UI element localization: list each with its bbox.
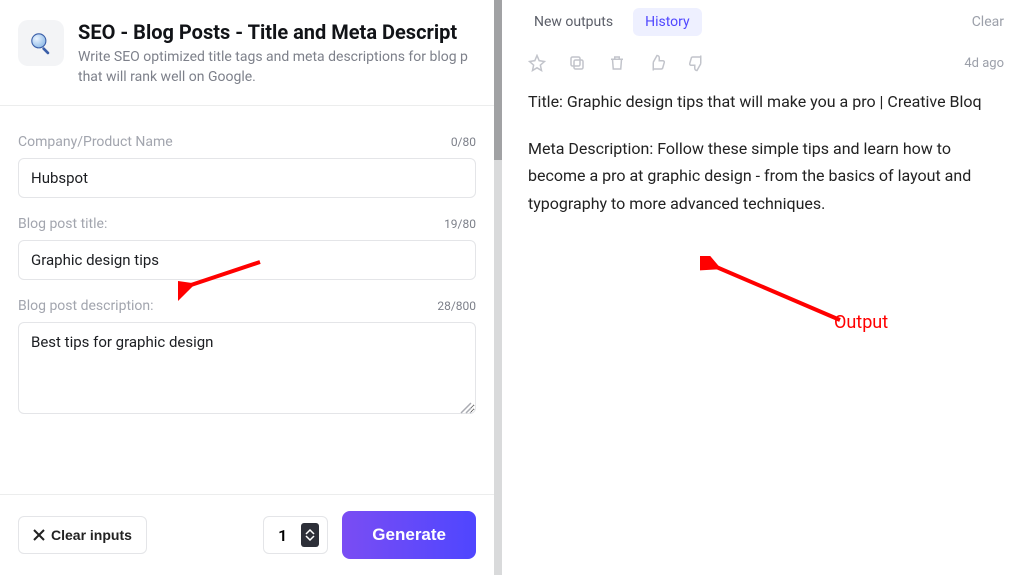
magnifier-icon [18,20,64,66]
clear-inputs-label: Clear inputs [51,527,132,543]
scrollbar-thumb[interactable] [494,0,502,160]
close-icon [33,529,45,541]
company-label: Company/Product Name [18,134,173,150]
output-text: Title: Graphic design tips that will mak… [502,82,1024,243]
quantity-value: 1 [272,526,293,545]
bottom-bar: Clear inputs 1 Generate [0,494,494,575]
stepper-buttons[interactable] [301,523,319,547]
output-meta-line: Meta Description: Follow these simple ti… [528,135,998,217]
trash-icon[interactable] [608,54,626,72]
company-count: 0/80 [451,135,476,149]
chevron-down-icon [305,535,315,541]
star-icon[interactable] [528,54,546,72]
clear-inputs-button[interactable]: Clear inputs [18,516,147,554]
tab-history[interactable]: History [633,8,702,36]
copy-icon[interactable] [568,54,586,72]
company-input[interactable] [18,158,476,198]
generate-label: Generate [372,525,446,544]
clear-history-link[interactable]: Clear [972,14,1004,30]
template-subtitle: Write SEO optimized title tags and meta … [78,48,476,87]
template-title: SEO - Blog Posts - Title and Meta Descri… [78,20,476,44]
output-title-line: Title: Graphic design tips that will mak… [528,88,998,115]
title-count: 19/80 [444,217,476,231]
description-count: 28/800 [437,299,476,313]
form-area: Company/Product Name 0/80 Blog post titl… [0,106,494,494]
template-header: SEO - Blog Posts - Title and Meta Descri… [0,0,494,106]
output-timestamp: 4d ago [964,56,1004,71]
description-input[interactable] [18,322,476,414]
title-input[interactable] [18,240,476,280]
description-label: Blog post description: [18,298,154,314]
output-panel: New outputs History Clear 4d ago [502,0,1024,575]
input-panel: SEO - Blog Posts - Title and Meta Descri… [0,0,502,575]
generate-button[interactable]: Generate [342,511,476,559]
quantity-stepper[interactable]: 1 [263,516,328,554]
thumbs-down-icon[interactable] [688,54,706,72]
title-label: Blog post title: [18,216,107,232]
tab-new-outputs[interactable]: New outputs [522,8,625,36]
thumbs-up-icon[interactable] [648,54,666,72]
